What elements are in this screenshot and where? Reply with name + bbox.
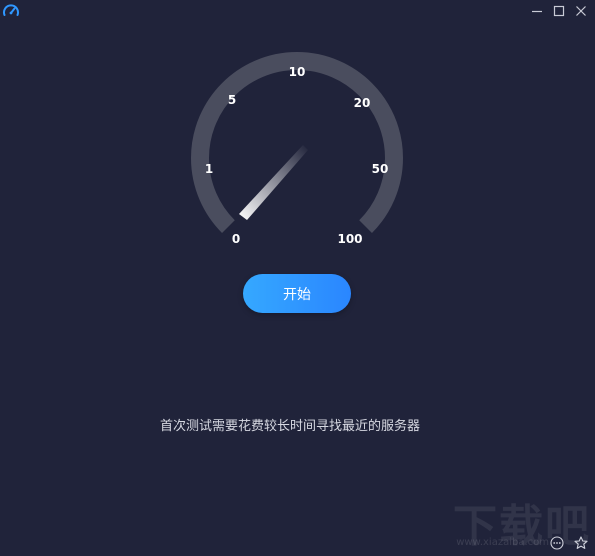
minimize-button[interactable] xyxy=(529,3,545,19)
more-icon xyxy=(550,536,564,550)
speed-gauge: 0 1 5 10 20 50 100 xyxy=(181,42,413,274)
tick-label-20: 20 xyxy=(353,96,371,110)
favorite-button[interactable] xyxy=(573,535,589,551)
footer-icons xyxy=(549,535,589,551)
tick-label-0: 0 xyxy=(231,232,241,246)
start-button[interactable]: 开始 xyxy=(243,274,351,313)
hint-text: 首次测试需要花费较长时间寻找最近的服务器 xyxy=(159,419,420,434)
window-controls xyxy=(529,3,589,19)
star-icon xyxy=(574,536,588,549)
tick-label-50: 50 xyxy=(371,162,389,176)
tick-label-100: 100 xyxy=(337,232,363,246)
maximize-icon xyxy=(553,5,565,17)
tick-label-1: 1 xyxy=(204,162,214,176)
minimize-icon xyxy=(532,10,542,13)
gauge-needle xyxy=(239,145,308,220)
close-icon xyxy=(576,6,586,16)
maximize-button[interactable] xyxy=(551,3,567,19)
more-button[interactable] xyxy=(549,535,565,551)
speedometer-icon xyxy=(2,2,20,20)
gauge-track xyxy=(191,52,403,233)
tick-label-5: 5 xyxy=(227,93,237,107)
start-button-label: 开始 xyxy=(283,286,311,303)
tick-label-10: 10 xyxy=(288,65,306,79)
watermark-url: www.xiazaiba.com xyxy=(456,537,549,548)
close-button[interactable] xyxy=(573,3,589,19)
